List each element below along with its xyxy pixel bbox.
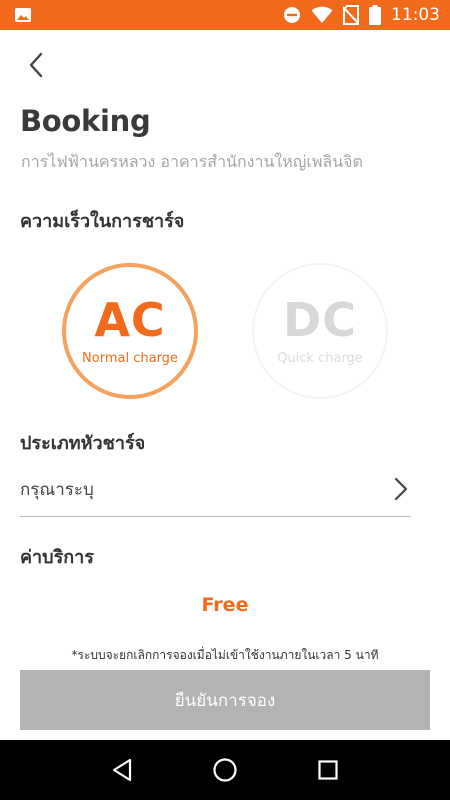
status-time: 11:03 — [391, 5, 440, 25]
back-triangle-icon — [112, 758, 131, 782]
status-bar: 11:03 — [0, 0, 450, 30]
chevron-left-icon — [29, 52, 43, 78]
charge-speed-heading: ความเร็วในการชาร์จ — [20, 211, 185, 232]
ac-normal-charge-option[interactable]: AC Normal charge — [62, 263, 198, 399]
service-fee-heading: ค่าบริการ — [20, 547, 94, 568]
do-not-disturb-icon — [283, 6, 301, 24]
nav-home-button[interactable] — [205, 750, 245, 790]
nav-recents-button[interactable] — [308, 750, 348, 790]
page-title: Booking — [20, 104, 151, 138]
navigation-bar — [0, 740, 450, 800]
recents-square-icon — [318, 760, 338, 780]
charger-type-select[interactable]: กรุณาระบุ — [20, 462, 411, 517]
dc-label: Quick charge — [277, 350, 363, 366]
battery-icon — [369, 5, 381, 25]
charger-type-placeholder: กรุณาระบุ — [20, 479, 94, 500]
service-fee-value: Free — [201, 594, 249, 616]
no-sim-icon — [343, 5, 359, 25]
back-button[interactable] — [22, 50, 50, 80]
ac-code: AC — [94, 292, 166, 347]
chevron-right-icon — [391, 476, 411, 502]
dc-quick-charge-option[interactable]: DC Quick charge — [252, 263, 388, 399]
wifi-icon — [311, 6, 333, 24]
station-name: การไฟฟ้านครหลวง อาคารสำนักงานใหญ่เพลินจิ… — [21, 152, 363, 171]
ac-label: Normal charge — [82, 350, 178, 366]
confirm-booking-button[interactable]: ยืนยันการจอง — [20, 670, 430, 730]
home-circle-icon — [213, 758, 237, 782]
image-icon — [14, 7, 32, 23]
charger-type-heading: ประเภทหัวชาร์จ — [20, 433, 146, 454]
nav-back-button[interactable] — [102, 750, 142, 790]
dc-code: DC — [283, 292, 357, 347]
cancellation-notice: *ระบบจะยกเลิกการจองเมื่อไม่เข้าใช้งานภาย… — [71, 648, 379, 662]
